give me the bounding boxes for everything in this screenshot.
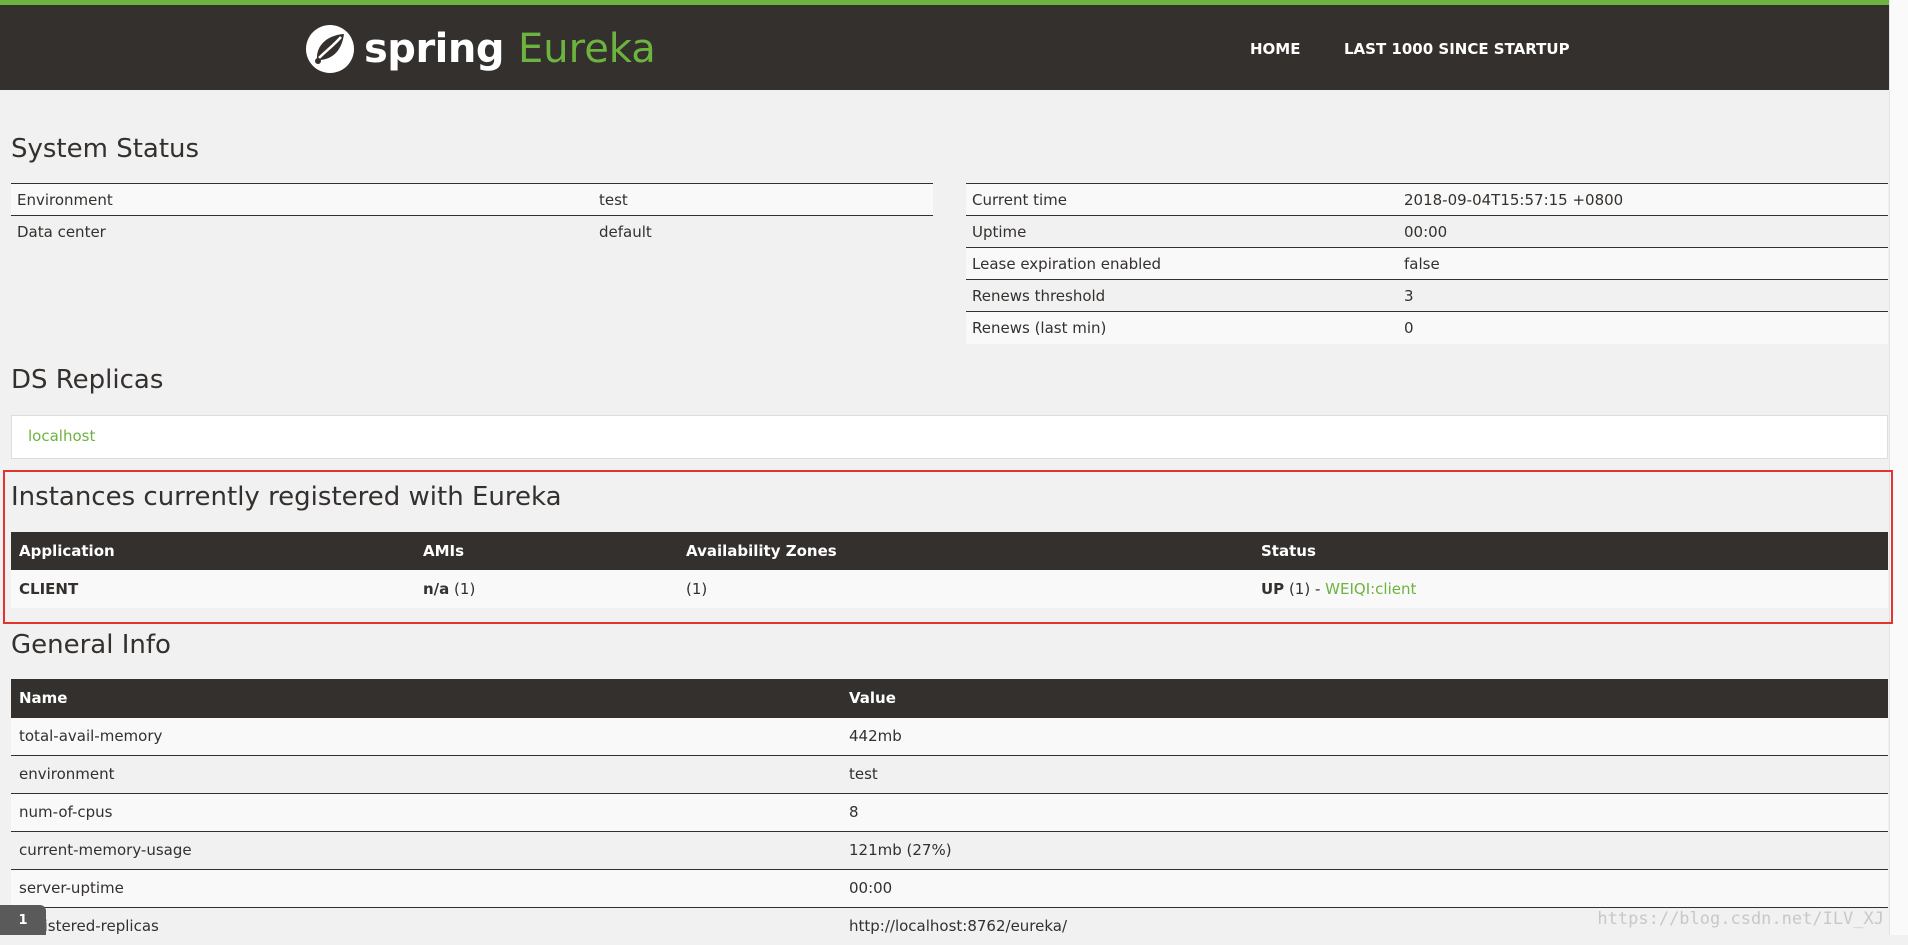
system-status-title: System Status <box>11 134 200 164</box>
table-row: current-memory-usage 121mb (27%) <box>11 831 1888 869</box>
instance-link[interactable]: WEIQI:client <box>1325 580 1416 598</box>
table-header-row: Application AMIs Availability Zones Stat… <box>11 532 1888 570</box>
status-name: Current time <box>966 183 1398 216</box>
general-info-table: Name Value total-avail-memory 442mb envi… <box>11 679 1888 945</box>
table-row: Renews (last min) 0 <box>966 311 1888 344</box>
table-row: Environment test <box>11 183 933 216</box>
status-value: 2018-09-04T15:57:15 +0800 <box>1398 183 1888 216</box>
instance-amis: n/a (1) <box>415 570 678 608</box>
status-name: Uptime <box>966 215 1398 248</box>
ds-replicas-title: DS Replicas <box>11 365 164 395</box>
table-row: server-uptime 00:00 <box>11 869 1888 907</box>
amis-value: n/a <box>423 580 450 598</box>
col-availability-zones: Availability Zones <box>686 542 837 560</box>
status-name: Renews threshold <box>966 279 1398 312</box>
watermark-text: https://blog.csdn.net/ILV_XJ <box>1597 909 1884 929</box>
status-name: Renews (last min) <box>966 311 1398 344</box>
table-row: Uptime 00:00 <box>966 215 1888 248</box>
status-value: 3 <box>1398 279 1888 312</box>
info-value: 121mb (27%) <box>849 841 952 859</box>
status-value: false <box>1398 247 1888 280</box>
nav-last-1000-link[interactable]: LAST 1000 SINCE STARTUP <box>1344 40 1570 58</box>
col-application: Application <box>19 542 115 560</box>
info-name: environment <box>19 765 115 783</box>
table-row: environment test <box>11 755 1888 793</box>
table-row: num-of-cpus 8 <box>11 793 1888 831</box>
status-name: Data center <box>11 215 593 248</box>
info-name: server-uptime <box>19 879 124 897</box>
status-up: UP <box>1261 580 1285 598</box>
replica-link-localhost[interactable]: localhost <box>28 427 95 445</box>
general-info-title: General Info <box>11 630 171 660</box>
info-value: 8 <box>849 803 859 821</box>
table-row: Lease expiration enabled false <box>966 247 1888 280</box>
status-count: (1) - <box>1284 580 1326 598</box>
col-value: Value <box>849 688 896 707</box>
status-value: 00:00 <box>1398 215 1888 248</box>
status-name: Environment <box>11 183 593 216</box>
brand-eureka-text: Eureka <box>518 26 656 72</box>
info-value: 00:00 <box>849 879 893 897</box>
info-name: current-memory-usage <box>19 841 192 859</box>
spring-leaf-icon <box>306 25 354 73</box>
instance-zones: (1) <box>686 580 708 598</box>
instances-table: Application AMIs Availability Zones Stat… <box>11 532 1888 608</box>
table-row: CLIENT n/a (1) (1) UP (1) - WEIQI:client <box>11 570 1888 608</box>
top-navbar: spring Eureka HOME LAST 1000 SINCE START… <box>0 0 1908 90</box>
corner-badge[interactable]: 1 <box>0 905 46 935</box>
status-value: default <box>593 215 933 248</box>
table-row: total-avail-memory 442mb <box>11 717 1888 755</box>
ds-replicas-list: localhost <box>11 415 1888 459</box>
table-header-row: Name Value <box>11 679 1888 717</box>
status-value: 0 <box>1398 311 1888 344</box>
info-value: 442mb <box>849 727 902 745</box>
brand-spring-text: spring <box>364 26 505 72</box>
col-amis: AMIs <box>423 542 465 560</box>
info-name: total-avail-memory <box>19 727 163 745</box>
nav-home-link[interactable]: HOME <box>1250 40 1300 58</box>
info-name: registered-replicas <box>19 917 159 936</box>
table-row: Data center default <box>11 215 933 248</box>
page-scrollbar[interactable] <box>1889 0 1908 935</box>
col-status: Status <box>1261 542 1316 560</box>
instances-title: Instances currently registered with Eure… <box>11 482 562 512</box>
status-name: Lease expiration enabled <box>966 247 1398 280</box>
table-row: Current time 2018-09-04T15:57:15 +0800 <box>966 183 1888 216</box>
system-status-left-table: Environment test Data center default <box>11 183 933 248</box>
amis-count: (1) <box>449 580 476 598</box>
table-row: Renews threshold 3 <box>966 279 1888 312</box>
system-status-right-table: Current time 2018-09-04T15:57:15 +0800 U… <box>966 183 1888 344</box>
instance-application: CLIENT <box>19 580 79 598</box>
status-value: test <box>593 183 933 216</box>
info-value: test <box>849 765 878 783</box>
col-name: Name <box>19 688 68 707</box>
instance-status: UP (1) - WEIQI:client <box>1253 570 1888 608</box>
info-name: num-of-cpus <box>19 803 113 821</box>
brand-logo[interactable]: spring Eureka <box>304 22 656 76</box>
